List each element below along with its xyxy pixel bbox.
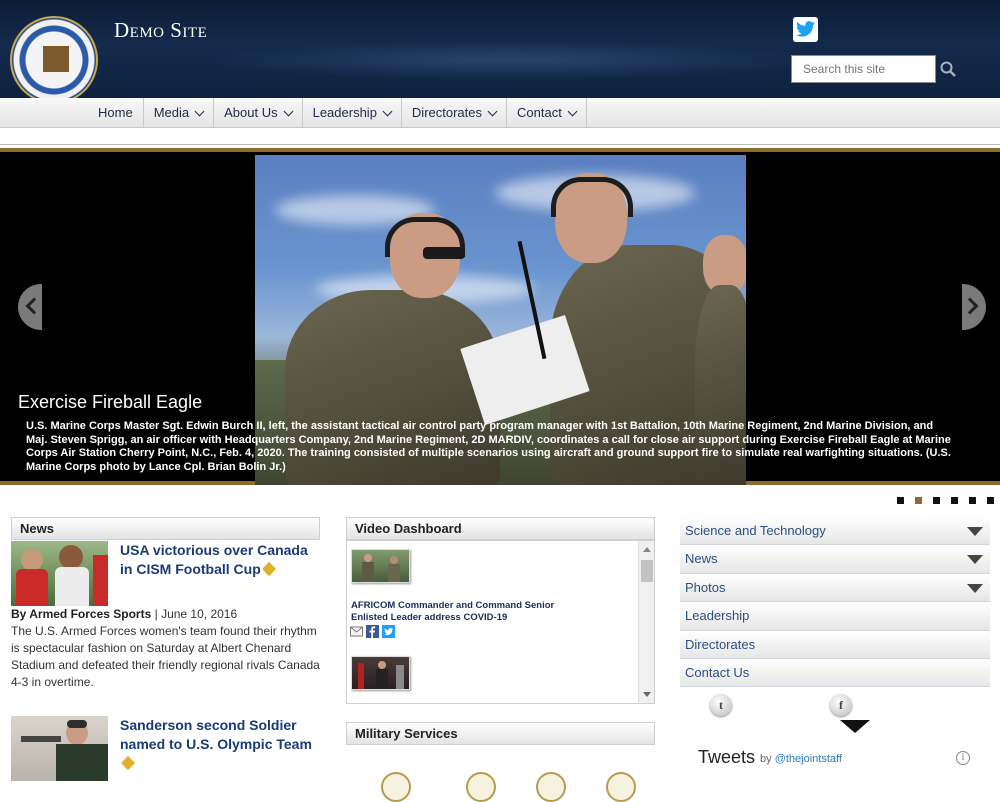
chevron-down-icon (283, 106, 294, 116)
military-services-heading: Military Services (346, 722, 655, 745)
triangle-down-icon[interactable] (967, 555, 983, 565)
email-icon[interactable] (350, 625, 363, 638)
air-force-seal-icon[interactable] (606, 772, 636, 802)
news-title-text: Sanderson second Soldier named to U.S. O… (120, 717, 312, 752)
main-nav: Home Media About Us Leadership Directora… (0, 98, 1000, 128)
news-item: Sanderson second Soldier named to U.S. O… (11, 716, 320, 781)
hero-slider: Exercise Fireball Eagle U.S. Marine Corp… (0, 148, 1000, 485)
chevron-down-icon (194, 106, 205, 116)
tweets-by-text: by (760, 753, 772, 765)
nav-item-label: Directorates (411, 105, 482, 120)
slide-title[interactable]: Exercise Fireball Eagle (18, 392, 202, 413)
video-thumbnail[interactable] (351, 549, 410, 583)
sidebar-item-label: Photos (685, 579, 726, 595)
slider-next-button[interactable] (961, 284, 986, 330)
slider-dot[interactable] (951, 497, 958, 504)
active-tab-pointer (840, 720, 870, 733)
news-item-title[interactable]: USA victorious over Canada in CISM Footb… (120, 541, 320, 579)
video-dashboard-heading: Video Dashboard (346, 517, 655, 540)
video-title[interactable]: AFRICOM Commander and Command Senior Enl… (351, 600, 591, 624)
slider-dot-active[interactable] (915, 497, 922, 504)
marines-seal-icon[interactable] (536, 772, 566, 802)
slider-dot[interactable] (897, 497, 904, 504)
tweets-title: Tweets (698, 747, 756, 767)
news-item: USA victorious over Canada in CISM Footb… (11, 541, 320, 691)
news-thumbnail[interactable] (11, 716, 108, 781)
sidebar-item-label: Leadership (685, 608, 750, 624)
nav-item-leadership[interactable]: Leadership (303, 98, 402, 128)
army-seal-icon[interactable] (381, 772, 411, 802)
sidebar-item-directorates[interactable]: Directorates (680, 630, 990, 659)
byline-separator: | (154, 607, 158, 621)
facebook-icon[interactable] (366, 625, 379, 638)
navy-seal-icon[interactable] (466, 772, 496, 802)
sidebar-item-label: Directorates (685, 636, 756, 652)
news-title-text: USA victorious over Canada in CISM Footb… (120, 542, 308, 577)
pencil-icon (261, 561, 276, 577)
slider-dot[interactable] (969, 497, 976, 504)
sidebar-item-label: Science and Technology (685, 523, 826, 538)
nav-item-contact[interactable]: Contact (507, 98, 587, 128)
twitter-icon[interactable] (793, 17, 818, 42)
search-icon[interactable] (940, 61, 956, 77)
news-date: June 10, 2016 (161, 607, 238, 621)
nav-item-label: Contact (517, 105, 562, 120)
nav-item-home[interactable]: Home (88, 98, 144, 128)
chevron-down-icon (487, 106, 498, 116)
triangle-down-icon[interactable] (967, 527, 983, 536)
sidebar-menu: Science and Technology News Photos Leade… (680, 517, 990, 688)
slider-prev-button[interactable] (18, 284, 43, 330)
slide-caption: U.S. Marine Corps Master Sgt. Edwin Burc… (26, 420, 951, 473)
chevron-down-icon (567, 106, 578, 116)
chevron-left-icon (25, 297, 43, 315)
news-item-title[interactable]: Sanderson second Soldier named to U.S. O… (120, 716, 320, 773)
nav-item-label: Leadership (312, 105, 377, 120)
slider-dot[interactable] (987, 497, 994, 504)
sidebar-item-science-and-technology[interactable]: Science and Technology (680, 517, 990, 546)
site-header: Demo Site (0, 0, 1000, 98)
eagle-icon (43, 46, 69, 72)
info-icon[interactable]: i (956, 751, 970, 765)
chevron-down-icon (382, 106, 393, 116)
news-author: By Armed Forces Sports (11, 607, 152, 621)
sidebar-item-label: News (685, 551, 718, 567)
nav-item-directorates[interactable]: Directorates (402, 98, 507, 128)
twitter-share-icon[interactable] (382, 625, 395, 638)
twitter-tab-icon[interactable]: t (710, 694, 732, 716)
search-input[interactable] (791, 55, 936, 83)
video-thumbnail[interactable] (351, 656, 410, 690)
dod-seal-logo[interactable] (10, 16, 98, 98)
chevron-right-icon (961, 297, 979, 315)
video-dashboard: AFRICOM Commander and Command Senior Enl… (346, 540, 655, 704)
slider-pagination (897, 497, 994, 504)
scrollbar-thumb[interactable] (641, 560, 653, 582)
sidebar-item-contact-us[interactable]: Contact Us (680, 658, 990, 688)
site-title[interactable]: Demo Site (114, 18, 207, 43)
nav-item-label: About Us (224, 105, 278, 120)
news-thumbnail[interactable] (11, 541, 108, 606)
video-scrollbar[interactable] (638, 541, 654, 703)
sidebar-item-leadership[interactable]: Leadership (680, 602, 990, 631)
sidebar-item-label: Contact Us (685, 664, 750, 680)
tweets-handle-link[interactable]: @thejointstaff (775, 753, 842, 765)
tweets-widget: Tweets by @thejointstaff i (690, 738, 980, 778)
scroll-up-icon[interactable] (643, 547, 651, 552)
sub-nav-bar (0, 129, 1000, 145)
nav-item-media[interactable]: Media (144, 98, 215, 128)
nav-item-about-us[interactable]: About Us (214, 98, 303, 128)
sidebar-item-news[interactable]: News (680, 545, 990, 574)
nav-item-label: Media (153, 105, 190, 120)
news-byline: By Armed Forces Sports | June 10, 2016 (11, 607, 320, 621)
sidebar-item-photos[interactable]: Photos (680, 573, 990, 603)
triangle-down-icon[interactable] (967, 583, 983, 593)
nav-item-label: Home (98, 105, 133, 120)
slider-dot[interactable] (933, 497, 940, 504)
scroll-down-icon[interactable] (643, 692, 651, 697)
news-heading: News (11, 517, 320, 540)
pencil-icon (120, 755, 136, 771)
news-summary: The U.S. Armed Forces women's team found… (11, 624, 320, 689)
facebook-tab-icon[interactable]: f (830, 694, 852, 716)
tweets-byline: by @thejointstaff (760, 753, 842, 765)
